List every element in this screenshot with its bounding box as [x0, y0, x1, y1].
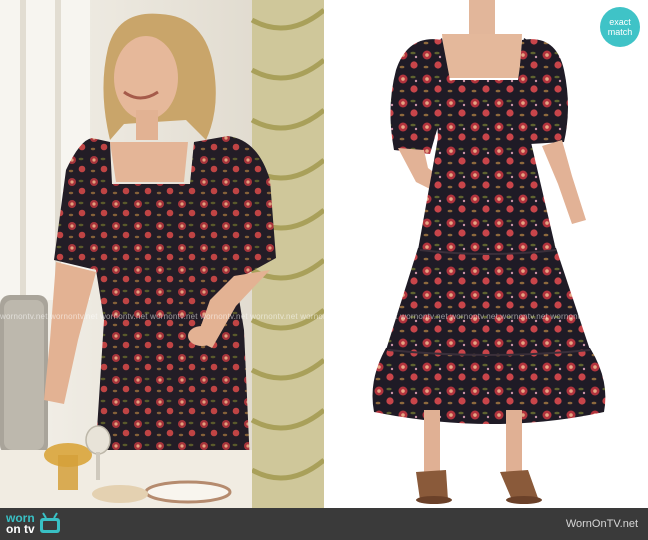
badge-line2: match	[607, 27, 633, 37]
logo-line2: on tv	[6, 522, 35, 536]
badge-line1: exact	[609, 17, 631, 27]
wornontv-logo[interactable]: worn on tv	[6, 510, 64, 538]
footer-bar: worn on tv WornOnTV.net	[0, 508, 648, 540]
site-name: WornOnTV.net	[565, 518, 638, 530]
tv-scene-photo	[0, 0, 324, 508]
logo-text: worn on tv	[6, 512, 35, 536]
tv-icon	[39, 512, 60, 533]
exact-match-badge: exact match	[600, 7, 640, 47]
product-dress-illustration	[372, 0, 606, 504]
product-photo	[324, 0, 648, 508]
tv-scene-illustration	[0, 0, 324, 508]
watermark-text: wornontv.net wornontv.net wornontv.net w…	[0, 312, 598, 321]
